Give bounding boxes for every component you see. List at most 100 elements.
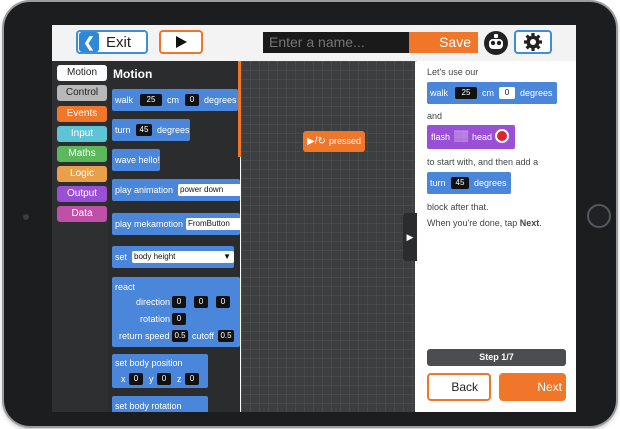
play-icon	[176, 36, 187, 48]
exit-label: Exit	[106, 33, 132, 51]
gear-icon	[524, 33, 542, 51]
step-indicator: Step 1/7	[427, 349, 566, 366]
position-z-field[interactable]: 0	[185, 373, 199, 385]
set-body-rotation-label: set body rotation	[115, 401, 182, 411]
settings-button[interactable]	[514, 30, 552, 54]
set-block[interactable]: set body height ▼	[112, 246, 234, 268]
play-mekamotion-label: play mekamotion	[115, 219, 184, 229]
next-button[interactable]: Next	[499, 373, 566, 401]
category-tab-events[interactable]: Events	[57, 106, 107, 122]
position-x-field[interactable]: 0	[129, 373, 143, 385]
code-workspace[interactable]: ▶/↻ pressed	[241, 61, 415, 412]
robot-icon	[484, 31, 508, 55]
exit-button[interactable]: ❮ Exit	[76, 30, 148, 54]
tutorial-walk-block: walk 25 cm 0 degrees	[427, 82, 557, 104]
cutoff-label: cutoff	[192, 331, 214, 341]
position-z-label: z	[177, 374, 182, 384]
home-button[interactable]	[587, 204, 611, 228]
tutorial-and: and	[427, 111, 443, 121]
tutorial-flash-block: flash ▒▒ head	[427, 125, 515, 149]
top-toolbar: ❮ Exit Save	[52, 25, 576, 62]
robot-face-icon: ▒▒	[454, 131, 469, 142]
run-button[interactable]	[159, 30, 203, 54]
wave-hello-block[interactable]: wave hello!	[112, 149, 160, 171]
turn-block[interactable]: turn 45 degrees	[112, 119, 190, 141]
tutorial-intro: Let's use our	[427, 67, 479, 77]
category-tab-control[interactable]: Control	[57, 85, 107, 101]
category-tab-logic[interactable]: Logic	[57, 166, 107, 182]
category-tab-input[interactable]: Input	[57, 126, 107, 142]
tutorial-done-bold: Next	[519, 218, 540, 228]
tutorial-turn-label: turn	[430, 178, 446, 188]
mekamotion-select[interactable]: FromButton	[186, 218, 240, 230]
walk-label: walk	[115, 95, 134, 105]
program-name-input[interactable]	[263, 32, 409, 53]
direction-y-field[interactable]: 0	[194, 296, 208, 308]
camera	[23, 214, 29, 220]
tutorial-done-prefix: When you're done, tap	[427, 218, 520, 228]
tutorial-after-text: block after that.	[427, 202, 489, 212]
category-tabs: Motion Control Events Input Maths Logic …	[52, 61, 108, 412]
tablet-frame: ❮ Exit Save	[4, 2, 616, 426]
palette-title: Motion	[113, 67, 153, 81]
back-button[interactable]: Back	[427, 373, 491, 401]
tutorial-done-text: When you're done, tap Next.	[427, 218, 542, 228]
cutoff-field[interactable]: 0.5	[218, 330, 234, 342]
walk-angle-unit: degrees	[204, 95, 237, 105]
tutorial-flash-label: flash	[431, 132, 451, 142]
tutorial-turn-unit: degrees	[474, 178, 507, 188]
return-speed-label: return speed	[119, 331, 170, 341]
tutorial-walk-unit: cm	[482, 88, 494, 98]
category-tab-motion[interactable]: Motion	[57, 65, 107, 81]
walk-block[interactable]: walk 25 cm 0 degrees	[112, 89, 238, 111]
category-tab-output[interactable]: Output	[57, 186, 107, 202]
position-y-field[interactable]: 0	[157, 373, 171, 385]
play-restart-icon: ▶/↻	[307, 136, 326, 147]
set-label: set	[115, 252, 128, 262]
react-block[interactable]: react direction 0 0 0 rotation 0 return …	[112, 277, 240, 347]
app-screen: ❮ Exit Save	[52, 25, 576, 412]
back-arrow-icon: ❮	[79, 32, 99, 52]
walk-angle-field[interactable]: 0	[185, 94, 199, 106]
turn-label: turn	[115, 125, 131, 135]
robot-connect-button[interactable]	[483, 30, 509, 56]
play-animation-block[interactable]: play animation power down	[112, 179, 240, 201]
rotation-label: rotation	[140, 314, 171, 324]
set-property-value: body height	[134, 252, 176, 261]
tutorial-walk-label: walk	[430, 88, 449, 98]
tutorial-walk-distance: 25	[455, 87, 477, 99]
set-body-position-block[interactable]: set body position x 0 y 0 z 0	[112, 354, 208, 388]
return-speed-field[interactable]: 0.5	[172, 330, 188, 342]
category-tab-data[interactable]: Data	[57, 206, 107, 222]
chevron-right-icon: ▶	[406, 232, 414, 242]
save-button[interactable]: Save	[409, 32, 478, 53]
direction-z-field[interactable]: 0	[216, 296, 230, 308]
turn-unit: degrees	[157, 125, 190, 135]
direction-x-field[interactable]: 0	[172, 296, 186, 308]
chevron-down-icon: ▼	[223, 252, 231, 261]
direction-label: direction	[136, 297, 171, 307]
tutorial-start-text: to start with, and then add a	[427, 157, 539, 167]
position-y-label: y	[149, 374, 154, 384]
category-tab-maths[interactable]: Maths	[57, 146, 107, 162]
pressed-event-block[interactable]: ▶/↻ pressed	[303, 131, 365, 152]
color-swatch-red	[495, 129, 509, 143]
wave-label: wave hello!	[115, 155, 161, 165]
block-palette: Motion walk 25 cm 0 degrees turn 45 degr…	[108, 61, 240, 412]
tutorial-panel: Let's use our walk 25 cm 0 degrees and f…	[417, 61, 576, 412]
collapse-panel-button[interactable]: ▶	[403, 213, 417, 261]
rotation-field[interactable]: 0	[172, 313, 186, 325]
set-body-rotation-block[interactable]: set body rotation	[112, 396, 208, 412]
tutorial-done-suffix: .	[539, 218, 542, 228]
set-property-select[interactable]: body height ▼	[132, 251, 234, 263]
tutorial-turn-block: turn 45 degrees	[427, 172, 511, 194]
turn-angle-field[interactable]: 45	[136, 124, 152, 136]
walk-distance-field[interactable]: 25	[140, 94, 162, 106]
tutorial-walk-angle-unit: degrees	[520, 88, 553, 98]
play-mekamotion-block[interactable]: play mekamotion FromButton	[112, 213, 240, 235]
position-x-label: x	[121, 374, 126, 384]
tutorial-flash-part: head	[472, 132, 493, 142]
tutorial-walk-angle: 0	[499, 87, 515, 99]
animation-select[interactable]: power down	[178, 184, 240, 196]
walk-unit: cm	[167, 95, 179, 105]
